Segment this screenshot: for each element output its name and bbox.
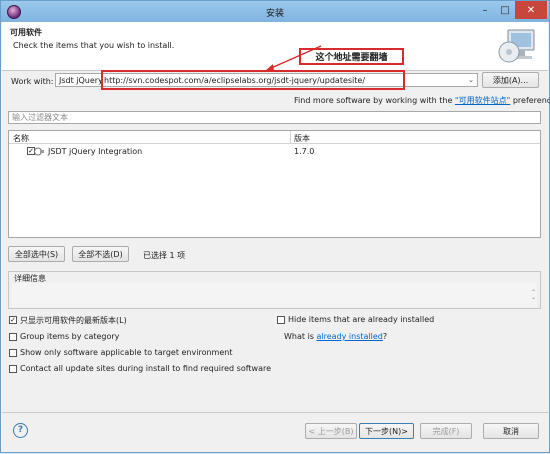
chevron-down-icon[interactable]: ⌄: [468, 76, 474, 84]
next-button[interactable]: 下一步(N)>: [359, 423, 414, 439]
target-env-checkbox[interactable]: [9, 349, 17, 357]
selection-status: 已选择 1 项: [143, 251, 186, 260]
table-header: 名称 版本: [9, 131, 540, 144]
page-subtitle: Check the items that you wish to install…: [13, 41, 175, 50]
footer-divider: [2, 412, 548, 413]
find-more-text: Find more software by working with the "…: [294, 95, 550, 106]
software-table: 名称 版本 ✓ JSDT jQuery Integration 1.7.0: [8, 130, 541, 238]
work-with-label: Work with:: [11, 77, 54, 86]
window-title: 安装: [265, 9, 284, 19]
available-sites-link[interactable]: "可用软件站点": [455, 96, 510, 105]
row-name: JSDT jQuery Integration: [48, 147, 143, 156]
wizard-header: 可用软件 Check the items that you wish to in…: [2, 22, 548, 71]
help-icon[interactable]: ?: [13, 423, 28, 438]
find-more-prefix: Find more software by working with the: [294, 96, 455, 105]
column-version[interactable]: 版本: [294, 133, 310, 144]
already-installed-link[interactable]: already installed: [317, 332, 383, 341]
details-group: 详细信息 ⌃ ⌄: [8, 271, 541, 309]
scroll-arrows-icon[interactable]: ⌃ ⌄: [531, 290, 536, 301]
cancel-button[interactable]: 取消: [483, 423, 539, 439]
title-bar[interactable]: 安装 – □ ✕: [1, 1, 549, 22]
find-more-suffix: preferences.: [512, 96, 550, 105]
what-is-installed-text: What is already installed?: [284, 332, 387, 341]
select-all-button[interactable]: 全部选中(S): [8, 246, 65, 262]
what-is-prefix: What is: [284, 332, 317, 341]
details-text-area[interactable]: [12, 283, 537, 307]
column-divider: [290, 131, 291, 143]
finish-button[interactable]: 完成(F): [420, 423, 472, 439]
annotation-callout: 这个地址需要翻墙: [299, 48, 404, 65]
what-is-suffix: ?: [382, 332, 388, 341]
back-button[interactable]: < 上一步(B): [305, 423, 357, 439]
url-annotation-box: [101, 70, 405, 90]
page-title: 可用软件: [10, 28, 42, 37]
latest-only-checkbox[interactable]: ✓: [9, 316, 17, 324]
install-software-monitor-icon: [498, 29, 535, 63]
install-dialog: 安装 – □ ✕ 可用软件 Check the items that you w…: [0, 0, 550, 453]
site-name: Jsdt jQuery: [59, 76, 103, 85]
close-button[interactable]: ✕: [515, 1, 547, 19]
contact-sites-checkbox[interactable]: [9, 365, 17, 373]
target-env-label: Show only software applicable to target …: [20, 348, 233, 357]
hide-installed-label: Hide items that are already installed: [288, 315, 435, 324]
plugin-icon: [34, 147, 44, 156]
table-row[interactable]: ✓ JSDT jQuery Integration 1.7.0: [9, 145, 540, 158]
maximize-button[interactable]: □: [495, 1, 515, 19]
group-by-category-label: Group items by category: [20, 332, 120, 341]
group-by-category-checkbox[interactable]: [9, 333, 17, 341]
filter-input[interactable]: 输入过滤器文本: [8, 111, 541, 124]
minimize-button[interactable]: –: [475, 1, 495, 19]
hide-installed-checkbox[interactable]: [277, 316, 285, 324]
column-name[interactable]: 名称: [13, 133, 29, 144]
row-version: 1.7.0: [294, 147, 315, 156]
latest-only-label: 只显示可用软件的最新版本(L): [20, 316, 127, 325]
deselect-all-button[interactable]: 全部不选(D): [72, 246, 129, 262]
add-site-button[interactable]: 添加(A)...: [482, 72, 539, 88]
contact-sites-label: Contact all update sites during install …: [20, 364, 272, 373]
